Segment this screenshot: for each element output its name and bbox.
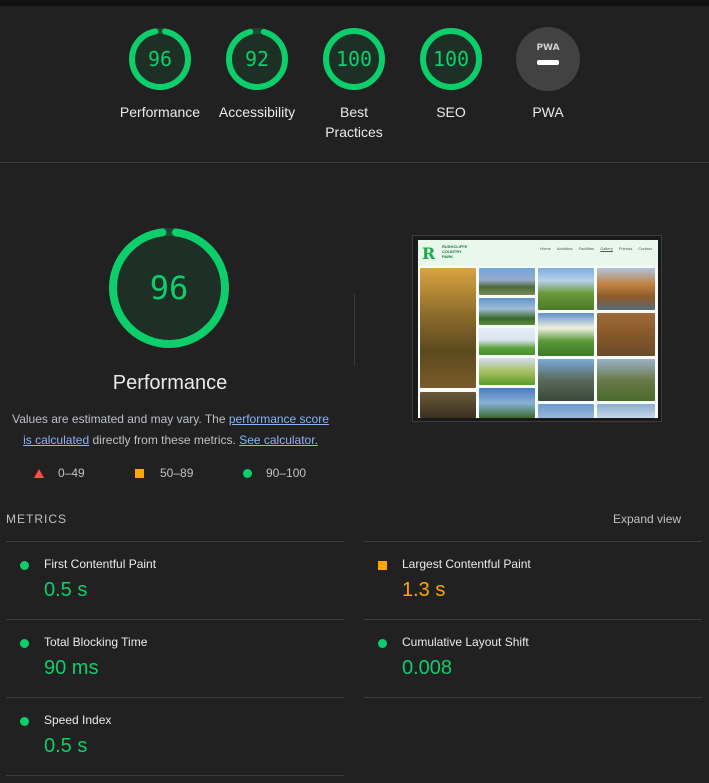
gauge-performance[interactable]: 96 Performance	[105, 26, 215, 122]
gallery-photo	[479, 388, 535, 418]
gauge-score: 100	[336, 47, 372, 71]
gallery-photo	[420, 392, 476, 418]
gauge-label: SEO	[436, 104, 466, 120]
see-calculator-link[interactable]: See calculator.	[239, 433, 318, 447]
gauge-ring: 100	[420, 28, 482, 90]
legend-pass-label: 90–100	[266, 466, 307, 480]
gauge-label: Best Practices	[325, 104, 383, 140]
gallery-photo	[538, 404, 594, 418]
metric-name: Speed Index	[44, 713, 112, 727]
divider	[6, 697, 344, 698]
pass-circle-icon	[378, 639, 387, 648]
desc-text-1: Values are estimated and may vary. The	[12, 412, 229, 426]
legend-pass: 90–100	[243, 466, 306, 480]
gallery-photo	[597, 268, 655, 310]
metric-value: 0.008	[402, 657, 453, 679]
gallery-photo	[597, 404, 655, 418]
average-square-icon	[378, 561, 387, 570]
divider	[354, 294, 355, 366]
screenshot-nav-item: Gallery	[600, 246, 613, 251]
gauge-seo[interactable]: 100 SEO	[396, 26, 506, 122]
circle-icon	[243, 468, 252, 478]
divider	[364, 619, 702, 620]
metrics-heading: METRICS	[6, 512, 67, 526]
gallery-photo	[479, 268, 535, 295]
divider	[364, 697, 702, 698]
divider	[364, 541, 702, 542]
legend-average-label: 50–89	[160, 466, 194, 480]
legend-fail: 0–49	[34, 466, 85, 480]
metric-name: Cumulative Layout Shift	[402, 635, 529, 649]
screenshot-nav-item: Facilities	[578, 246, 595, 251]
gallery-photo	[479, 298, 535, 325]
divider	[6, 619, 344, 620]
pwa-badge-icon: PWA	[516, 27, 580, 91]
pass-circle-icon	[20, 717, 29, 726]
expand-view-toggle[interactable]: Expand view	[613, 512, 681, 526]
gauge-score: 96	[148, 47, 172, 71]
performance-score: 96	[150, 269, 189, 307]
final-screenshot[interactable]: R RUSHCLIFFE COUNTRY PARK Home Activitie…	[412, 235, 662, 422]
metric-name: Largest Contentful Paint	[402, 557, 531, 571]
park-logo-icon: R	[422, 244, 436, 263]
pass-circle-icon	[20, 639, 29, 648]
screenshot-nav-item: Activities	[556, 246, 573, 251]
screenshot-header: R RUSHCLIFFE COUNTRY PARK Home Activitie…	[418, 240, 658, 266]
screenshot-nav: Home Activities Facilities Gallery Frien…	[540, 246, 652, 251]
performance-title: Performance	[112, 372, 228, 394]
gauge-label: Performance	[119, 104, 201, 120]
divider	[6, 775, 344, 776]
screenshot-nav-item: Friends	[618, 246, 633, 251]
metric-name: First Contentful Paint	[44, 557, 157, 571]
gallery-photo	[597, 359, 655, 401]
performance-description: Values are estimated and may vary. The p…	[8, 409, 333, 451]
gauge-ring: 100	[323, 28, 385, 90]
divider	[6, 541, 344, 542]
metric-value: 0.5 s	[44, 735, 88, 757]
gauge-ring: 92	[226, 28, 288, 90]
gallery-photo	[538, 359, 594, 401]
gauge-ring: 96	[129, 28, 191, 90]
desc-text-2: directly from these metrics.	[89, 433, 240, 447]
gauge-label: Accessibility	[218, 104, 296, 120]
metric-name: Total Blocking Time	[44, 635, 148, 649]
metric-value: 1.3 s	[402, 579, 446, 601]
gallery-photo	[420, 268, 476, 388]
score-summary: 96 Performance 92 Accessibility 100 Best…	[0, 6, 709, 163]
gallery-photo	[597, 313, 655, 356]
legend-fail-label: 0–49	[58, 466, 85, 480]
legend-average: 50–89	[135, 466, 193, 480]
gauge-score: 92	[245, 47, 269, 71]
gallery-photo	[538, 313, 594, 356]
screenshot-logo-text: RUSHCLIFFE COUNTRY PARK	[442, 244, 468, 259]
pwa-badge-text: PWA	[536, 43, 559, 53]
screenshot-nav-item: Home	[540, 246, 551, 251]
gallery-photo	[479, 358, 535, 385]
metric-value: 90 ms	[44, 657, 99, 679]
gallery-photo	[479, 328, 535, 355]
performance-gauge-ring: 96	[109, 228, 229, 348]
gauge-score: 100	[433, 47, 469, 71]
gauge-accessibility[interactable]: 92 Accessibility	[202, 26, 312, 122]
screenshot-page: R RUSHCLIFFE COUNTRY PARK Home Activitie…	[418, 240, 658, 418]
metric-value: 0.5 s	[44, 579, 88, 601]
pass-circle-icon	[20, 561, 29, 570]
gauge-pwa[interactable]: PWA PWA	[493, 26, 603, 122]
square-icon	[135, 468, 144, 478]
gauge-best-practices[interactable]: 100 Best Practices	[299, 26, 409, 142]
triangle-icon	[34, 468, 44, 478]
gauge-label: PWA	[532, 104, 564, 120]
performance-gauge: 96	[107, 226, 231, 355]
gallery-photo	[538, 268, 594, 310]
screenshot-nav-item: Contact	[638, 246, 652, 251]
